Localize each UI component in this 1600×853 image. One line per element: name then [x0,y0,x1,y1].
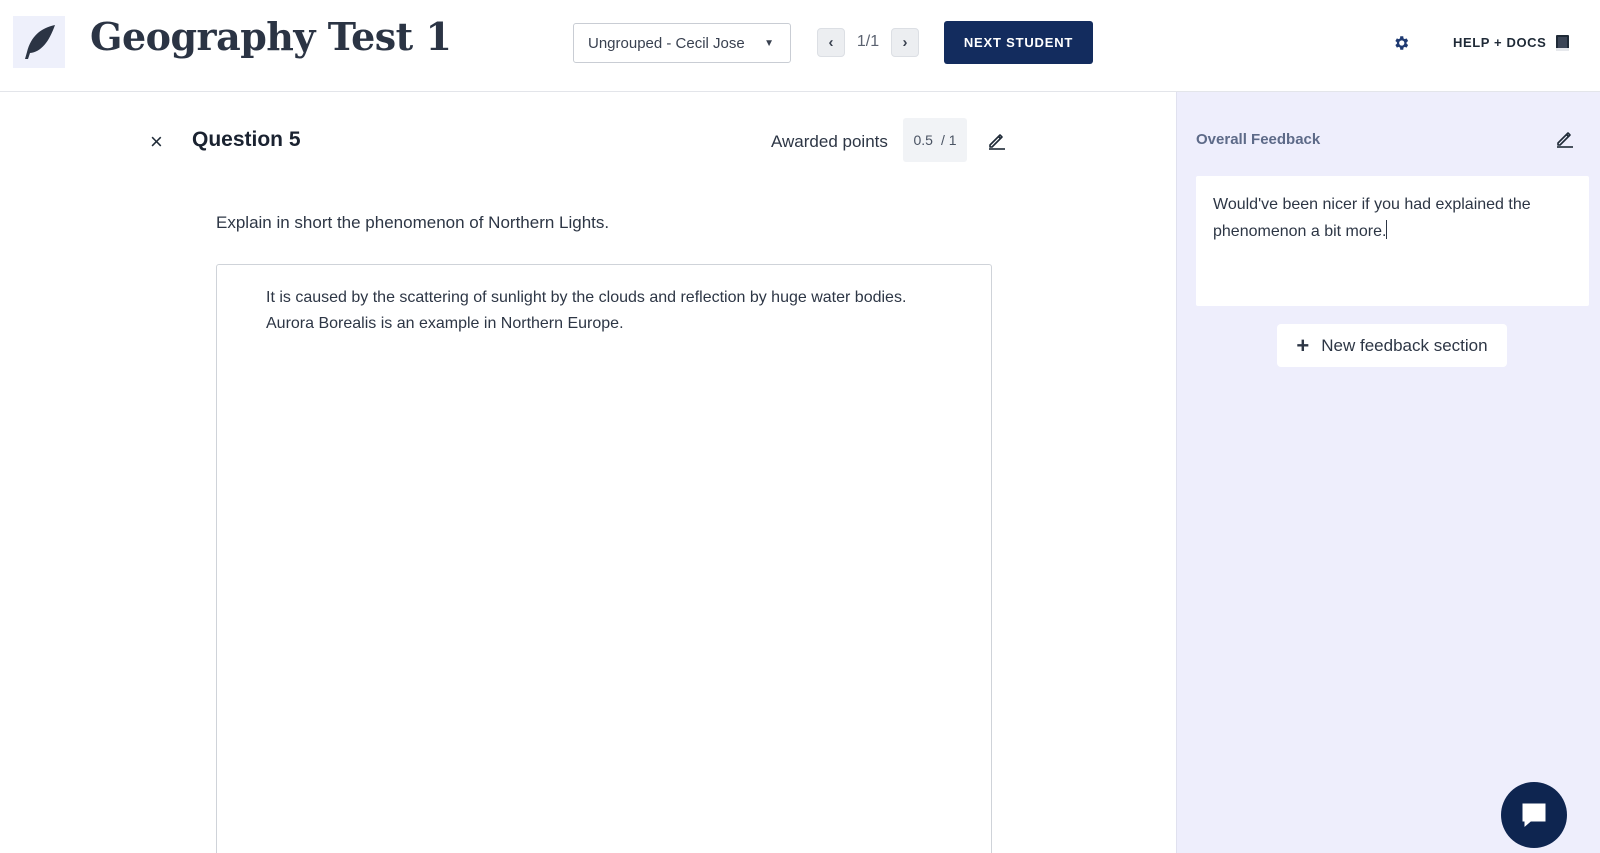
next-page-button[interactable]: › [891,28,919,57]
feedback-text: Would've been nicer if you had explained… [1213,196,1531,240]
grading-panel: × Question 5 Awarded points 0.5 / 1 Expl… [0,92,1176,853]
next-student-button[interactable]: NEXT STUDENT [944,21,1093,64]
gear-icon[interactable] [1392,34,1410,52]
previous-page-button[interactable]: ‹ [817,28,845,57]
book-icon[interactable] [1555,34,1571,52]
top-bar: Geography Test 1 Ungrouped - Cecil Jose … [0,0,1600,92]
points-field[interactable]: 0.5 / 1 [903,118,967,162]
chat-button[interactable] [1501,782,1567,848]
close-icon[interactable]: × [150,129,163,155]
new-feedback-section-label: New feedback section [1321,335,1488,355]
feather-icon [25,25,55,59]
points-total: / 1 [940,132,957,148]
plus-icon: + [1296,332,1310,358]
page-count: 1/1 [856,33,880,50]
awarded-points-label: Awarded points [771,132,888,151]
student-answer-box: It is caused by the scattering of sunlig… [216,264,992,853]
question-prompt: Explain in short the phenomenon of North… [216,213,610,232]
feedback-textarea[interactable]: Would've been nicer if you had explained… [1196,176,1589,306]
pencil-icon[interactable] [1555,128,1575,148]
app-logo[interactable] [13,16,65,68]
question-title: Question 5 [192,128,301,151]
chat-icon [1521,802,1547,830]
student-answer-text: It is caused by the scattering of sunlig… [266,289,907,332]
pencil-icon[interactable] [987,130,1007,150]
student-select[interactable]: Ungrouped - Cecil Jose ▼ [573,23,791,63]
assessment-title: Geography Test 1 [90,14,452,59]
overall-feedback-title: Overall Feedback [1196,131,1321,148]
new-feedback-section-button[interactable]: + New feedback section [1277,324,1507,367]
chevron-down-icon: ▼ [764,38,774,49]
feedback-sidebar: Overall Feedback Would've been nicer if … [1176,92,1600,853]
student-select-value: Ungrouped - Cecil Jose [588,34,745,52]
text-cursor [1386,220,1388,239]
points-awarded: 0.5 [913,132,933,148]
help-docs-link[interactable]: HELP + DOCS [1453,35,1546,50]
